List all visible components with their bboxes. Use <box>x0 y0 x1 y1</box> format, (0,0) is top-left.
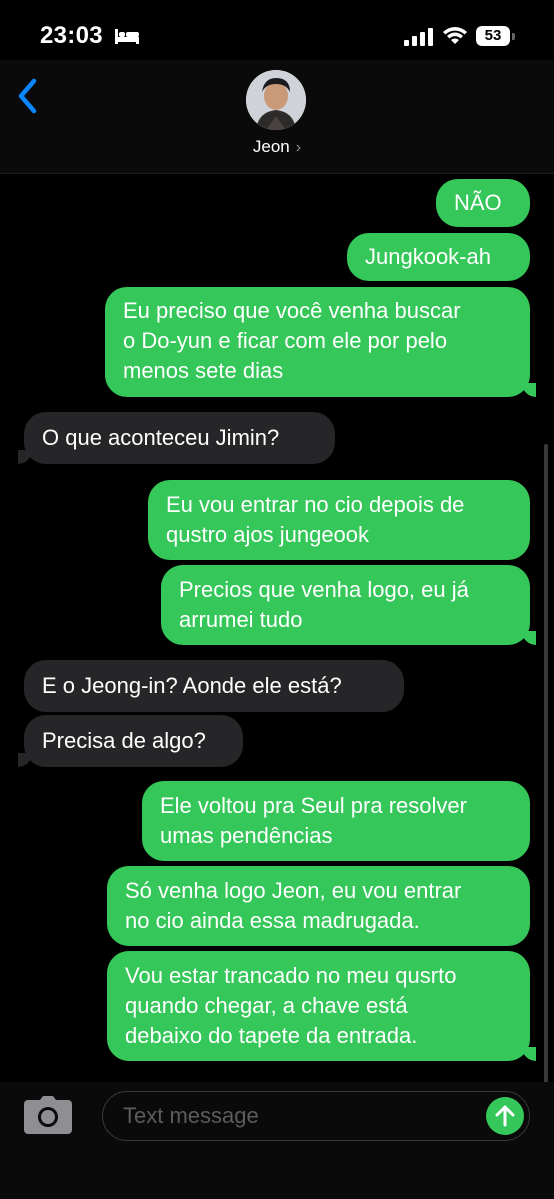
message-text: Eu vou entrar no cio depois de <box>166 492 465 517</box>
message-bubble-outgoing[interactable]: NÃO <box>436 179 530 227</box>
status-time: 23:03 <box>40 22 103 49</box>
bubble-tail <box>18 753 32 767</box>
battery-cap <box>512 33 515 40</box>
message-thread[interactable]: NÃO Jungkook-ah Eu preciso que você venh… <box>0 174 554 1082</box>
message-bubble-incoming[interactable]: E o Jeong-in? Aonde ele está? <box>24 660 404 712</box>
message-text: no cio ainda essa madrugada. <box>125 908 420 933</box>
message-text: O que aconteceu Jimin? <box>42 425 280 450</box>
bed-icon <box>115 29 139 44</box>
contact-avatar[interactable] <box>246 70 306 130</box>
message-bubble-incoming[interactable]: Precisa de algo? <box>24 715 243 767</box>
message-text: quando chegar, a chave está <box>125 993 408 1018</box>
arrow-up-icon <box>495 1105 515 1127</box>
conversation-header: Jeon › <box>0 60 554 174</box>
contact-name-row[interactable]: Jeon › <box>0 137 554 157</box>
bubble-tail <box>522 383 536 397</box>
message-text: Vou estar trancado no meu qusrto <box>125 963 457 988</box>
cellular-signal-icon <box>404 28 433 46</box>
message-bubble-outgoing[interactable]: Jungkook-ah <box>347 233 530 281</box>
message-text: Precisa de algo? <box>42 728 206 753</box>
message-input[interactable] <box>102 1091 530 1141</box>
bubble-tail <box>522 1047 536 1061</box>
message-bubble-incoming[interactable]: O que aconteceu Jimin? <box>24 412 335 464</box>
send-button[interactable] <box>486 1097 524 1135</box>
message-bubble-outgoing[interactable]: Ele voltou pra Seul pra resolver umas pe… <box>142 781 530 861</box>
message-bubble-outgoing[interactable]: Eu vou entrar no cio depois de qustro aj… <box>148 480 530 560</box>
camera-icon[interactable] <box>24 1096 72 1134</box>
message-text: Jungkook-ah <box>365 244 491 269</box>
message-text: NÃO <box>454 190 502 215</box>
message-text: E o Jeong-in? Aonde ele está? <box>42 673 342 698</box>
message-bubble-outgoing[interactable]: Só venha logo Jeon, eu vou entrar no cio… <box>107 866 530 946</box>
message-text: arrumei tudo <box>179 607 303 632</box>
message-text: umas pendências <box>160 823 333 848</box>
chevron-right-icon: › <box>295 139 302 156</box>
message-text: o Do-yun e ficar com ele por pelo <box>123 328 448 353</box>
back-chevron-icon[interactable] <box>16 78 40 114</box>
message-bubble-outgoing[interactable]: Eu preciso que você venha buscar o Do-yu… <box>105 287 530 397</box>
message-bubble-outgoing[interactable]: Precios que venha logo, eu já arrumei tu… <box>161 565 530 645</box>
message-text: Só venha logo Jeon, eu vou entrar <box>125 878 462 903</box>
message-text: Ele voltou pra Seul pra resolver <box>160 793 467 818</box>
avatar-photo <box>246 70 306 130</box>
scrollbar[interactable] <box>544 444 548 1084</box>
wifi-icon <box>443 27 467 44</box>
contact-name[interactable]: Jeon <box>253 137 290 156</box>
message-composer <box>0 1082 554 1199</box>
message-bubble-outgoing[interactable]: Vou estar trancado no meu qusrto quando … <box>107 951 530 1061</box>
battery-indicator: 53 <box>476 26 510 46</box>
message-text: qustro ajos jungeook <box>166 522 370 547</box>
message-text: menos sete dias <box>123 358 284 383</box>
message-text: Eu preciso que você venha buscar <box>123 298 461 323</box>
bubble-tail <box>522 631 536 645</box>
bubble-tail <box>18 450 32 464</box>
message-text: debaixo do tapete da entrada. <box>125 1023 418 1048</box>
message-text: Precios que venha logo, eu já <box>179 577 469 602</box>
